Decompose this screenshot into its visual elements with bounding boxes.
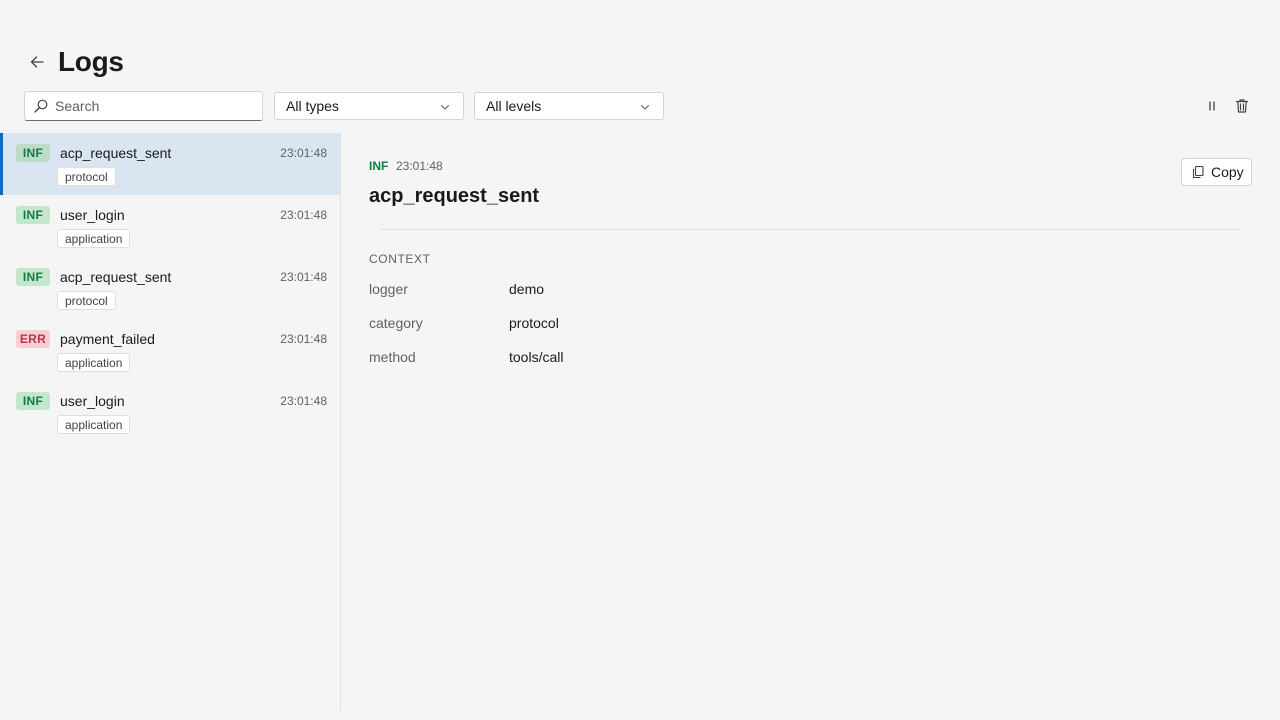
log-tag: application [57,229,131,248]
back-button[interactable] [24,49,50,75]
copy-label: Copy [1211,164,1244,180]
detail-title: acp_request_sent [369,185,540,207]
context-key: category [369,315,423,331]
log-name: acp_request_sent [60,269,172,285]
log-time: 23:01:48 [280,270,327,284]
log-row[interactable]: INF acp_request_sent 23:01:48 protocol [0,133,340,195]
chevron-down-icon [440,104,450,110]
log-row[interactable]: INF acp_request_sent 23:01:48 protocol [0,257,340,319]
detail-divider [380,229,1242,230]
level-filter-select[interactable]: All levels [474,92,664,120]
search-box[interactable] [24,91,263,121]
log-tag: protocol [57,291,116,310]
clear-logs-button[interactable] [1232,96,1252,116]
pause-icon [1209,101,1215,111]
level-badge: INF [16,268,50,286]
level-badge: ERR [16,330,50,348]
chevron-down-icon [640,104,650,110]
log-tag: application [57,415,131,434]
log-row[interactable]: INF user_login 23:01:48 application [0,381,340,443]
detail-time: 23:01:48 [396,159,443,173]
log-tag: protocol [57,167,116,186]
trash-icon [1235,99,1249,113]
context-value: protocol [509,315,559,331]
context-key: method [369,349,416,365]
log-time: 23:01:48 [280,332,327,346]
context-key: logger [369,281,408,297]
level-badge: INF [16,392,50,410]
arrow-left-icon [30,56,44,68]
type-filter-value: All types [286,98,339,114]
search-input[interactable] [55,98,245,114]
log-name: acp_request_sent [60,145,172,161]
detail-level: INF [369,159,389,173]
log-time: 23:01:48 [280,208,327,222]
context-heading: CONTEXT [369,252,431,266]
log-detail-pane: INF 23:01:48 acp_request_sent Copy CONTE… [341,133,1280,711]
pause-button[interactable] [1202,96,1222,116]
log-name: user_login [60,207,125,223]
log-row[interactable]: ERR payment_failed 23:01:48 application [0,319,340,381]
level-badge: INF [16,206,50,224]
toolbar: All types All levels [24,91,1256,121]
log-name: payment_failed [60,331,155,347]
log-list: INF acp_request_sent 23:01:48 protocol I… [0,133,340,711]
level-badge: INF [16,144,50,162]
context-value: demo [509,281,545,297]
log-tag: application [57,353,131,372]
type-filter-select[interactable]: All types [274,92,464,120]
search-icon [34,99,48,113]
log-name: user_login [60,393,125,409]
log-time: 23:01:48 [280,394,327,408]
level-filter-value: All levels [486,98,542,114]
context-value: tools/call [509,349,564,365]
page-title: Logs [58,46,124,77]
copy-button[interactable]: Copy [1181,158,1252,186]
log-time: 23:01:48 [280,146,327,160]
copy-icon [1192,165,1204,179]
log-row[interactable]: INF user_login 23:01:48 application [0,195,340,257]
page-header: Logs [24,42,124,82]
